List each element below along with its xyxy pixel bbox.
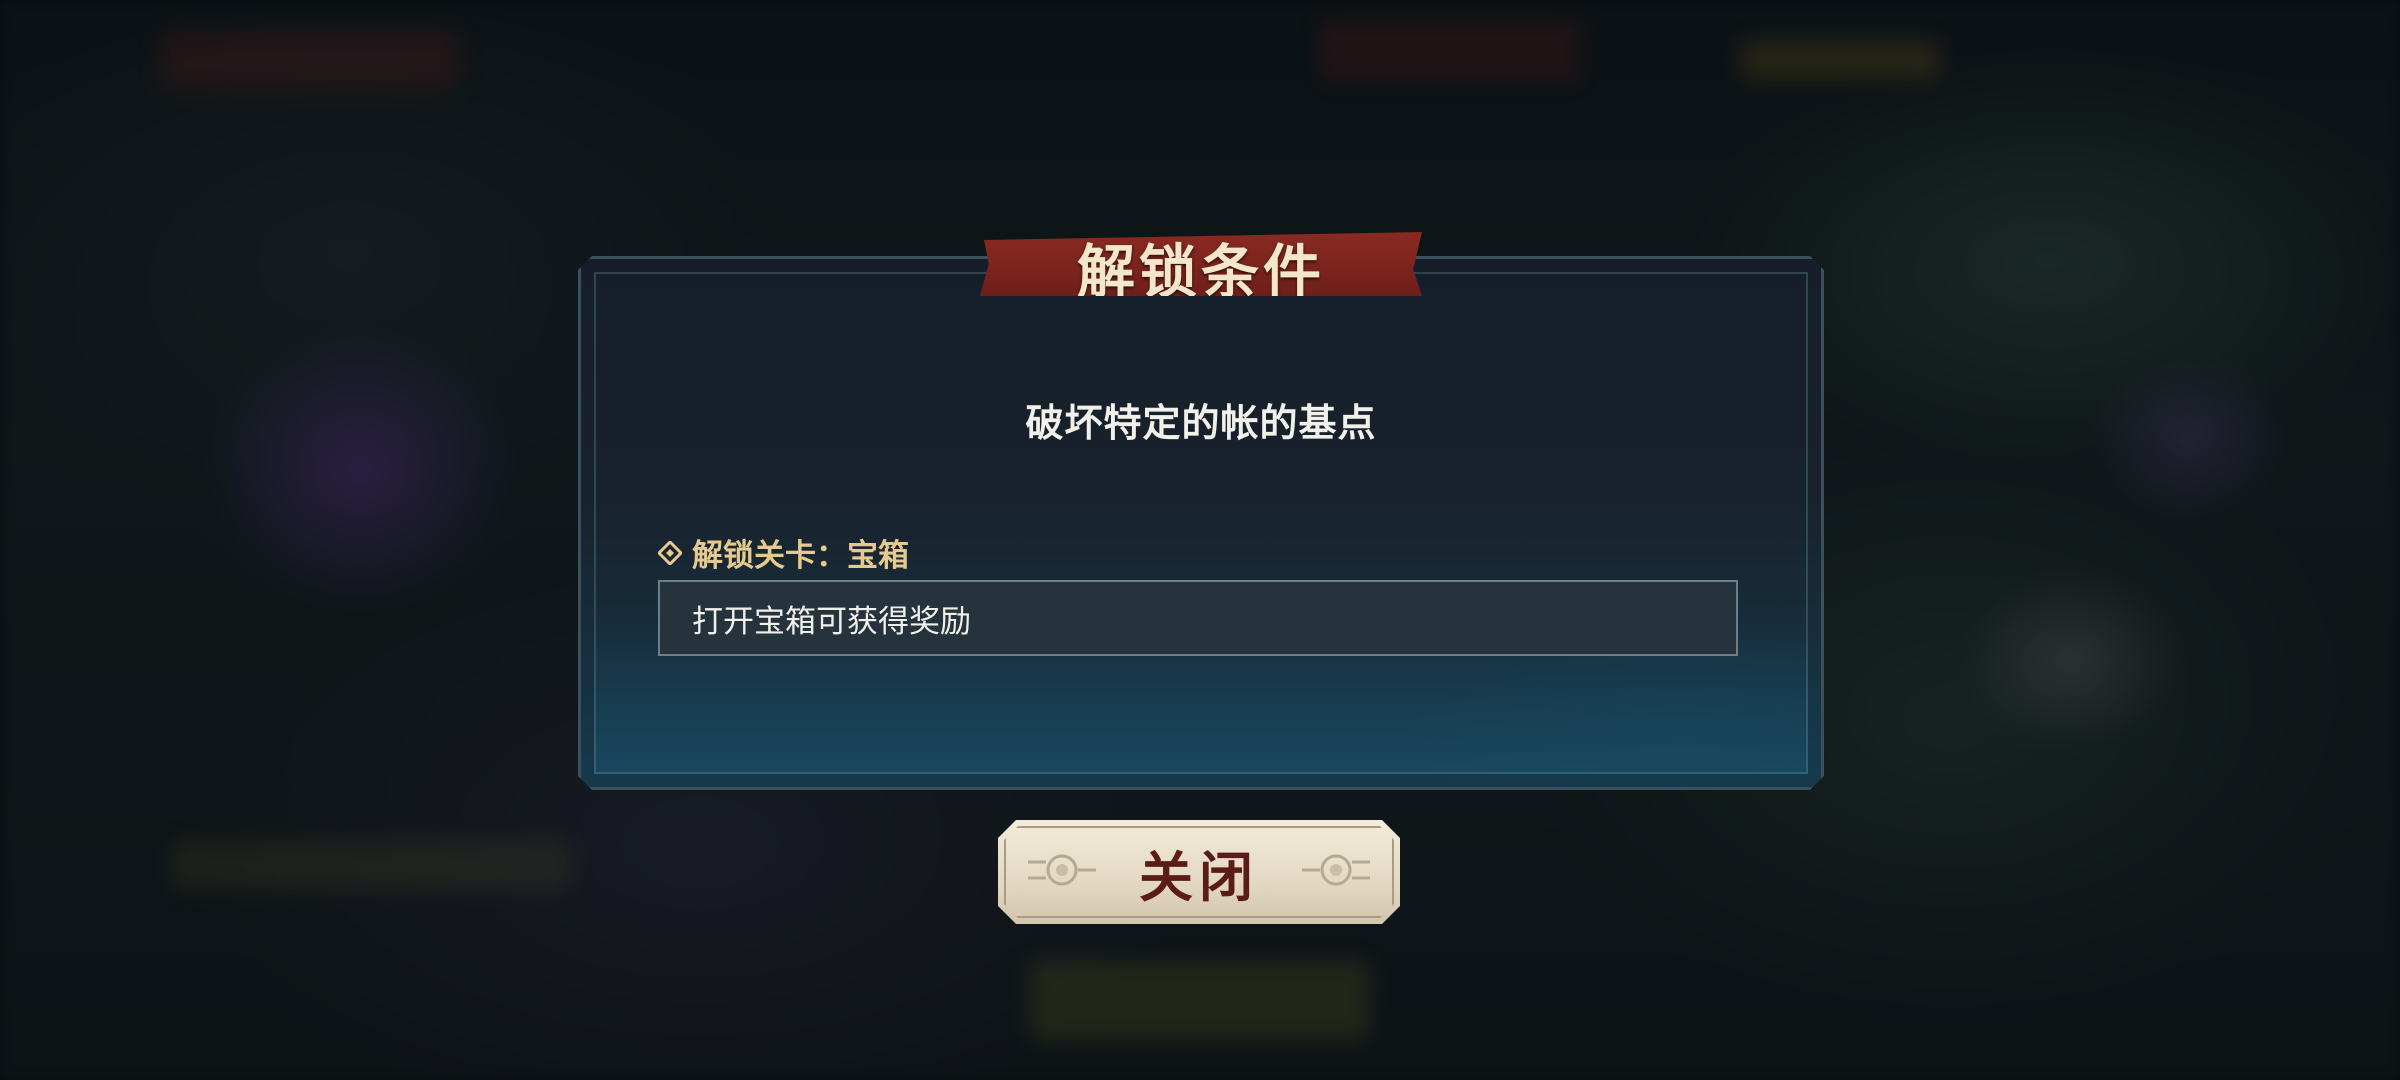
unlock-stage-text: 解锁关卡：宝箱	[692, 538, 909, 574]
dialog-frame	[578, 256, 1824, 790]
close-button-label: 关闭	[1139, 844, 1259, 909]
reward-description-text: 打开宝箱可获得奖励	[692, 603, 971, 640]
close-button[interactable]: 关闭	[998, 820, 1400, 924]
unlock-conditions-dialog	[578, 256, 1824, 790]
game-screen: 解锁条件 破坏特定的帐的基点 解锁关卡：宝箱 打开宝箱可获得奖励 关闭	[0, 0, 2400, 1080]
dialog-title-banner: 解锁条件	[980, 232, 1422, 296]
reward-description-box: 打开宝箱可获得奖励	[658, 580, 1738, 656]
objective-text: 破坏特定的帐的基点	[1025, 400, 1377, 445]
unlock-stage-label: 解锁关卡：宝箱	[658, 530, 909, 575]
diamond-bullet-icon	[658, 540, 682, 565]
